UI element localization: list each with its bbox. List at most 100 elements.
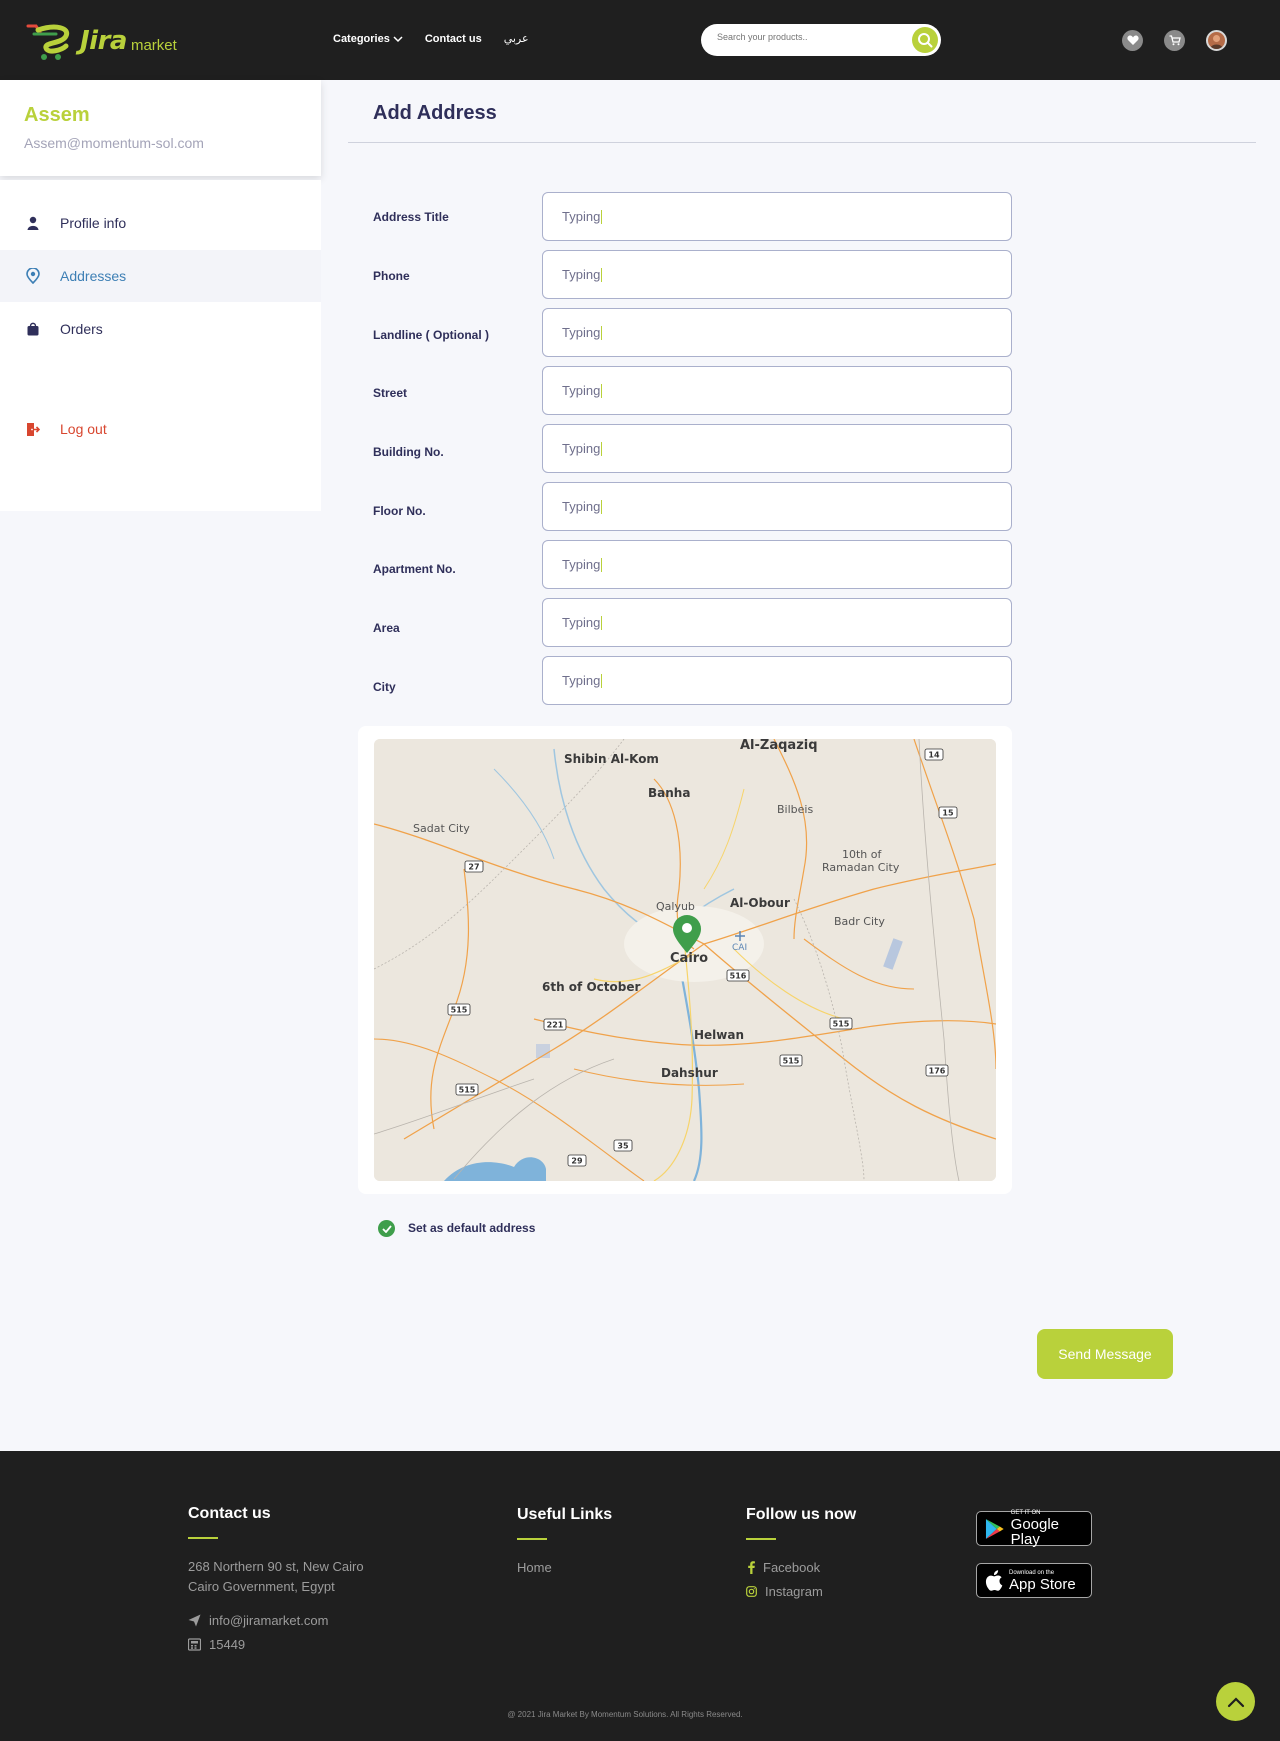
logo-wordmark: Jira [80,26,127,56]
field-label-landline: Landline ( Optional ) [373,328,489,342]
cart-logo-icon [26,24,70,60]
sidebar-item-label: Orders [60,321,103,337]
footer-heading-underline [188,1537,218,1539]
search-input[interactable] [717,32,897,42]
shopping-bag-icon [25,321,41,337]
footer-heading-underline [746,1538,776,1540]
field-label-area: Area [373,621,400,635]
road-badge: 515 [783,1057,800,1066]
sidebar-item-addresses[interactable]: Addresses [0,250,321,302]
map-label-sadat-city: Sadat City [413,822,470,835]
road-badge: 29 [571,1157,583,1166]
nav-categories-label: Categories [333,32,390,45]
search-button[interactable] [912,27,938,53]
user-icon [25,215,41,231]
scroll-to-top-button[interactable] [1216,1682,1255,1721]
text-caret [601,673,603,688]
user-avatar[interactable] [1206,30,1227,51]
app-store-big-text: App Store [1009,1575,1076,1593]
apartment-input[interactable]: Typing [542,540,1012,589]
input-value: Typing [562,615,601,630]
main-nav: Categories Contact us عربي [333,32,529,45]
nav-categories[interactable]: Categories [333,33,403,45]
default-address-label[interactable]: Set as default address [408,1221,535,1235]
input-value: Typing [562,673,601,688]
logo-submark: market [130,36,177,54]
logout-icon [25,421,41,437]
footer-instagram-link[interactable]: Instagram [746,1584,823,1599]
search-icon [918,33,933,48]
map-label-qalyub: Qalyub [656,900,695,913]
location-map[interactable]: Shibin Al-Kom Al-Zaqaziq Banha Cairo 6th… [374,739,996,1181]
field-label-address-title: Address Title [373,210,449,224]
street-input[interactable]: Typing [542,366,1012,415]
road-badge: 221 [547,1021,564,1030]
road-badge: 516 [730,972,747,981]
field-label-city: City [373,680,396,694]
footer-heading-underline [517,1538,547,1540]
text-caret [601,499,603,514]
footer-facebook-link[interactable]: Facebook [748,1560,820,1575]
footer-phone: 15449 [188,1637,245,1652]
road-badge: 14 [928,751,940,760]
google-play-button[interactable]: GET IT ON Google Play [976,1510,1092,1547]
road-badge: 515 [833,1020,850,1029]
heart-icon [1126,35,1139,45]
text-caret [601,441,603,456]
nav-contact-us[interactable]: Contact us [425,33,482,45]
sidebar-item-logout[interactable]: Log out [0,403,321,455]
input-value: Typing [562,441,601,456]
footer-follow-heading: Follow us now [746,1506,857,1523]
landline-input[interactable]: Typing [542,308,1012,357]
input-value: Typing [562,325,601,340]
road-badge: 515 [459,1086,476,1095]
cart-icon [1169,35,1181,46]
road-badge: 176 [929,1067,946,1076]
wishlist-button[interactable] [1122,30,1143,51]
sidebar-item-orders[interactable]: Orders [0,303,321,355]
google-play-icon [985,1518,1004,1539]
building-input[interactable]: Typing [542,424,1012,473]
jira-market-logo[interactable]: Jira market [26,20,177,62]
footer-facebook-label: Facebook [763,1560,821,1575]
top-header: Jira market Categories Contact us عربي [0,0,1280,80]
phone-input[interactable]: Typing [542,250,1012,299]
text-caret [601,557,603,572]
app-store-small-text: Download on the [1009,1569,1055,1576]
send-message-button[interactable]: Send Message [1037,1329,1173,1379]
check-icon [381,1224,392,1233]
search-bar [701,24,941,56]
account-sidebar: Profile info Addresses Orders Log out [0,180,321,511]
nav-language-arabic[interactable]: عربي [504,32,529,45]
footer-link-home[interactable]: Home [517,1560,552,1575]
road-badge: 35 [617,1142,629,1151]
title-divider [348,142,1256,143]
text-caret [601,383,603,398]
city-input[interactable]: Typing [542,656,1012,705]
area-input[interactable]: Typing [542,598,1012,647]
footer-links-heading: Useful Links [517,1506,613,1523]
input-value: Typing [562,557,601,572]
road-badge: 515 [451,1006,468,1015]
address-title-input[interactable]: Typing [542,192,1012,241]
footer-phone-number: 15449 [209,1637,246,1652]
map-label-cairo: Cairo [670,951,708,966]
paper-plane-icon [188,1614,201,1627]
floor-input[interactable]: Typing [542,482,1012,531]
map-label-badr-city: Badr City [834,915,885,928]
default-address-checkbox[interactable] [378,1220,395,1237]
cart-button[interactable] [1164,30,1185,51]
map-label-cai-airport: CAI [732,943,747,953]
footer-email-link[interactable]: info@jiramarket.com [188,1613,328,1628]
map-label-dahshur: Dahshur [661,1066,718,1080]
input-value: Typing [562,383,601,398]
page-title: Add Address [373,102,497,124]
map-label-al-zaqaziq: Al-Zaqaziq [740,739,818,753]
input-value: Typing [562,209,601,224]
sidebar-item-label: Profile info [60,215,127,231]
sidebar-item-profile-info[interactable]: Profile info [0,197,321,249]
chevron-down-icon [393,35,403,42]
footer-address-line2: Cairo Government, Egypt [188,1579,335,1594]
app-store-button[interactable]: Download on the App Store [976,1563,1092,1598]
map-canvas: Shibin Al-Kom Al-Zaqaziq Banha Cairo 6th… [374,739,996,1181]
